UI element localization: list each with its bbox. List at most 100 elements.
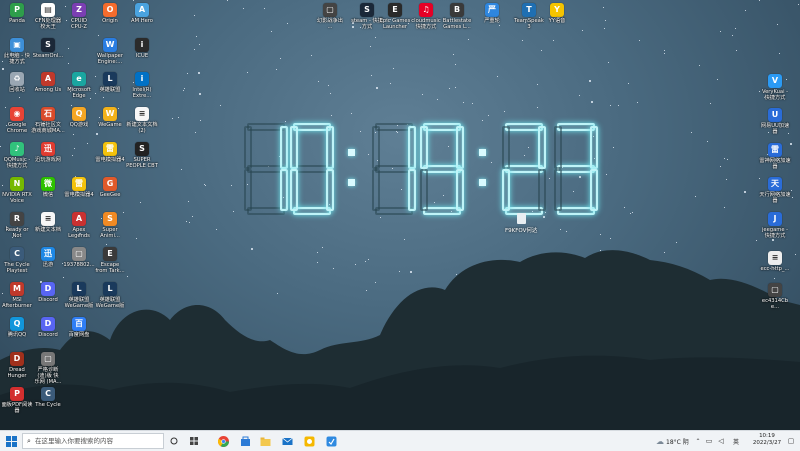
desktop-icon-app[interactable]: 雷雷神网络加速 器 (758, 143, 792, 170)
taskbar-app-explorer[interactable] (258, 434, 272, 448)
desktop-icon-dread-hunger[interactable]: D Dread Hunger (0, 352, 34, 379)
desktop-icon-app[interactable]: 百百度网盘 (62, 317, 96, 338)
desktop-icon-wallpaper-engine[interactable]: W Wallpaper Engine:... (93, 38, 127, 65)
app-icon: ▢ (323, 3, 337, 17)
notification-button[interactable]: ▢ (786, 434, 796, 448)
desktop-icon-label: Panda (9, 18, 25, 24)
desktop-icon-4[interactable]: 雷雷电模拟器4 (93, 142, 127, 163)
desktop-icon-intel-r-extre[interactable]: i Intel(R) Extre... (125, 72, 159, 99)
desktop-icon-app[interactable]: L 英雄联盟 (93, 72, 127, 93)
desktop-icon-ready-or-not[interactable]: R Ready or Not (0, 212, 34, 239)
cfn-icon: ▤ (41, 3, 55, 17)
desktop-icon-verykuai[interactable]: V VeryKuai - 快捷方式 (758, 74, 792, 101)
desktop-icon-super-people-cbt[interactable]: S SUPER PEOPLE CBT (125, 142, 159, 169)
verykuai-icon: V (768, 74, 782, 88)
tray-volume[interactable]: ◁ (716, 434, 726, 448)
taskbar-app-windows[interactable] (188, 434, 200, 448)
desktop-icon-ecc-http[interactable]: ≡ ecc-http_... (758, 251, 792, 272)
taskbar-app-qq[interactable] (302, 434, 316, 448)
desktop-icon-wegame[interactable]: L 英雄联盟 WeGame版 (62, 282, 96, 309)
desktop-icon-label: QQ游戏 (69, 122, 89, 128)
desktop-icon-google-chrome[interactable]: ◉ Google Chrome (0, 107, 34, 134)
desktop-icon-ma[interactable]: ▢ 严格诊断 (迪)版 快 乐网 (MA... (31, 352, 65, 385)
desktop-icon-geegee[interactable]: G GeeGee (93, 177, 127, 198)
desktop-icon-label: AM Hero (131, 18, 153, 24)
clock-digit-1-segment-f (290, 126, 298, 169)
desktop-icon-cfn[interactable]: ▤ CFN处理器 校大王 (31, 3, 65, 30)
taskbar-app-chrome[interactable] (216, 434, 230, 448)
desktop-icon-steamonl[interactable]: S SteamOnl... (31, 38, 65, 59)
desktop-icon-pdf[interactable]: P 面板PDF阅读 器 (0, 387, 34, 414)
desktop-icon-discord[interactable]: D Discord (31, 317, 65, 338)
desktop-icon-app[interactable]: 迅迅游 (31, 247, 65, 268)
tray-network[interactable]: ▭ (704, 434, 714, 448)
tray-clock[interactable]: 10:19 2022/3/27 (752, 433, 782, 447)
desktop-icon-label: 面板PDF阅读 器 (1, 402, 33, 414)
desktop-icon-battlestate-games-l[interactable]: B Battlestate Games L... (440, 3, 474, 30)
desktop-icon-qqmusic[interactable]: ♪ QQMusic - 快捷方式 (0, 142, 34, 169)
desktop-icon-escape-from-tark[interactable]: E Escape from Tark... (93, 247, 127, 274)
app-icon: L (103, 72, 117, 86)
taskbar-search-box[interactable]: ⌕ (22, 433, 164, 449)
search-input[interactable] (35, 437, 155, 445)
desktop-icon-wegame[interactable]: L 英雄联盟 WeGame版 (93, 282, 127, 309)
desktop-icon-origin[interactable]: O Origin (93, 3, 127, 24)
desktop-icon-app[interactable]: ≡ 新建文本档 (31, 212, 65, 233)
taskbar-app-store[interactable] (238, 434, 252, 448)
desktop-icon-microsoft-edge[interactable]: e Microsoft Edge (62, 72, 96, 99)
desktop-icon-msi-afterburner[interactable]: M MSI Afterburner (0, 282, 34, 309)
desktop-icon-label: 迅游 (42, 262, 54, 268)
weather-widget[interactable]: ☁ 18°C 阴 (656, 434, 692, 448)
desktop-icon-app[interactable]: 严严重轮 (475, 3, 509, 24)
desktop-icon-epic-games-launcher[interactable]: E Epic Games Launcher (378, 3, 412, 30)
desktop-icon-ec4314cbe[interactable]: ▢ ec4314Cbe... (758, 283, 792, 310)
desktop-icon-the-cycle-playtest[interactable]: C The Cycle Playtest (0, 247, 34, 274)
desktop-icon-discord[interactable]: D Discord (31, 282, 65, 303)
desktop-icon-am-hero[interactable]: A AM Hero (125, 3, 159, 24)
taskbar-app-bilibili[interactable] (324, 434, 338, 448)
desktop-icon-jeegame[interactable]: Jjeegame - 快捷方式 (758, 212, 792, 239)
clock-digit-0-segment-b (280, 126, 288, 169)
desktop-icon-app[interactable]: ♻ 回收站 (0, 72, 34, 93)
desktop-icon-icue[interactable]: i ICUE (125, 38, 159, 59)
desktop-icon-cloudmusic[interactable]: ♫ cloudmusic 快捷方式 (409, 3, 443, 30)
clock-digit-3-segment-f (420, 126, 428, 169)
desktop-icon-app[interactable]: 微微信 (31, 177, 65, 198)
desktop-icon-wegame[interactable]: W WeGame (93, 107, 127, 128)
desktop-icon-qq[interactable]: Q 腾讯QQ (0, 317, 34, 338)
jeegame-icon: J (768, 212, 782, 226)
desktop-icon-app[interactable]: 迅迅玩游戏网 (31, 142, 65, 163)
taskbar-app-mail[interactable] (280, 434, 294, 448)
desktop-icon-app[interactable]: ▢ 幻影战争出 ... (313, 3, 347, 30)
desktop-icon-among-us[interactable]: A Among Us (31, 72, 65, 93)
desktop-icon-19378802[interactable]: ▢ 19378802... (62, 247, 96, 268)
clock-caption[interactable]: F9KFOV何达 (505, 226, 537, 234)
desktop-icon-super-animi[interactable]: S Super Animi... (93, 212, 127, 239)
dread-hunger-icon: D (10, 352, 24, 366)
desktop-icon-cpuid-cpu-z[interactable]: Z CPUID CPU-Z (62, 3, 96, 30)
file-icon[interactable] (517, 213, 526, 224)
desktop-icon-nvidia-rtx-voice[interactable]: N NVIDIA RTX Voice (0, 177, 34, 204)
desktop-icon-label: 英雄联盟 WeGame版 (64, 297, 94, 309)
desktop-icon-apex-legends[interactable]: A Apex Legends (62, 212, 96, 239)
desktop-icon-uu[interactable]: U 网易UU加速 器 (758, 108, 792, 135)
desktop-icon-app[interactable]: 天天行网络加速 器 (758, 177, 792, 204)
steam-icon: S (360, 3, 374, 17)
app-icon: 百 (72, 317, 86, 331)
desktop-icon-the-cycle[interactable]: C The Cycle (31, 387, 65, 408)
tray-ime[interactable]: 英 (730, 434, 742, 448)
task-view-button[interactable] (168, 434, 180, 448)
desktop-icon-4[interactable]: 雷雷电模拟器4 (62, 177, 96, 198)
start-button[interactable] (4, 434, 18, 448)
desktop-icon-panda[interactable]: P Panda (0, 3, 34, 24)
desktop-icon-qq[interactable]: Q QQ游戏 (62, 107, 96, 128)
desktop-icon-yy[interactable]: Y YY语音 (540, 3, 574, 24)
tray-overflow-button[interactable]: ⌃ (694, 434, 702, 448)
desktop-icon-label: QQMusic - 快捷方式 (3, 157, 31, 169)
cloud-icon: ☁ (656, 436, 664, 446)
desktop-icon-label: jeegame - 快捷方式 (761, 227, 789, 239)
desktop-icon-2[interactable]: ≡ 新建文本文档 (2) (125, 107, 159, 134)
desktop-icon-ma[interactable]: 石石锤社区文 游戏商城MA... (31, 107, 65, 134)
digital-clock-widget (244, 123, 614, 216)
desktop-icon-app[interactable]: ▣ 此电脑 - 快 捷方式 (0, 38, 34, 65)
